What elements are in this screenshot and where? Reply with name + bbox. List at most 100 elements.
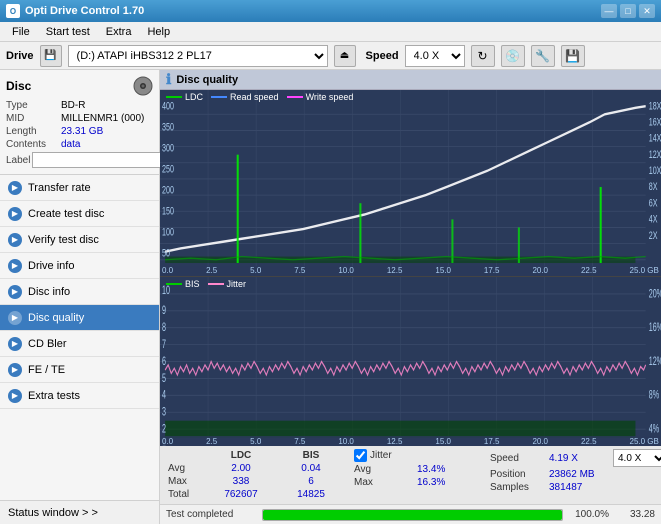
drive-info-icon: ▶: [8, 259, 22, 273]
chart1-container: LDC Read speed Write speed: [160, 90, 661, 277]
speed-label: Speed: [366, 50, 399, 62]
svg-text:9: 9: [162, 304, 166, 317]
disc-title: Disc: [6, 79, 31, 93]
jitter-avg-value: 13.4%: [417, 464, 482, 475]
drive-info-label: Drive info: [28, 260, 74, 272]
sidebar-item-cd-bler[interactable]: ▶ CD Bler: [0, 331, 159, 357]
menu-start-test[interactable]: Start test: [38, 24, 98, 40]
disc-info-icon: ▶: [8, 285, 22, 299]
maximize-button[interactable]: □: [620, 4, 636, 18]
sidebar-item-create-test-disc[interactable]: ▶ Create test disc: [0, 201, 159, 227]
svg-text:12%: 12%: [649, 355, 661, 368]
main-layout: Disc Type BD-R MID MILLENMR1 (000) Lengt…: [0, 70, 661, 524]
label-key: Label: [6, 155, 30, 166]
stats-max-label: Max: [166, 475, 206, 488]
sidebar-item-disc-quality[interactable]: ▶ Disc quality: [0, 305, 159, 331]
titlebar: O Opti Drive Control 1.70 — □ ✕: [0, 0, 661, 22]
menu-file[interactable]: File: [4, 24, 38, 40]
samples-label: Samples: [490, 482, 545, 493]
svg-text:100: 100: [162, 226, 174, 239]
refresh-button[interactable]: ↻: [471, 45, 495, 67]
verify-test-disc-icon: ▶: [8, 233, 22, 247]
legend-ldc: LDC: [166, 92, 203, 102]
menu-help[interactable]: Help: [139, 24, 178, 40]
status-window-label: Status window > >: [8, 507, 98, 519]
app-icon: O: [6, 4, 20, 18]
chart2-legend: BIS Jitter: [166, 279, 246, 289]
drivebar: Drive 💾 (D:) ATAPI iHBS312 2 PL17 ⏏ Spee…: [0, 42, 661, 70]
speed-select2[interactable]: 4.0 X 2.0 X: [613, 449, 661, 467]
svg-text:250: 250: [162, 163, 174, 176]
stats-avg-label: Avg: [166, 462, 206, 475]
chart1-svg: 18X 16X 14X 12X 10X 8X 6X 4X 2X 400 350 …: [160, 90, 661, 276]
svg-text:150: 150: [162, 205, 174, 218]
close-button[interactable]: ✕: [639, 4, 655, 18]
disc-quality-header-icon: ℹ: [166, 71, 171, 88]
titlebar-controls[interactable]: — □ ✕: [601, 4, 655, 18]
chart1-xaxis: 0.02.55.07.510.012.515.017.520.022.525.0…: [160, 266, 661, 276]
drive-icon: 💾: [40, 45, 62, 67]
stats-col-empty: [166, 449, 206, 462]
menu-extra[interactable]: Extra: [98, 24, 140, 40]
disc-icon-btn[interactable]: 💿: [501, 45, 525, 67]
svg-text:2X: 2X: [649, 229, 658, 242]
sidebar-item-drive-info[interactable]: ▶ Drive info: [0, 253, 159, 279]
svg-text:18X: 18X: [649, 100, 661, 113]
svg-text:20%: 20%: [649, 288, 661, 301]
position-value: 23862 MB: [549, 469, 609, 480]
svg-text:3: 3: [162, 406, 166, 419]
progress-bar-inner: [263, 510, 562, 520]
sidebar-item-disc-info[interactable]: ▶ Disc info: [0, 279, 159, 305]
position-label: Position: [490, 469, 545, 480]
jitter-checkbox[interactable]: [354, 449, 367, 462]
stats-col-bis: BIS: [276, 449, 346, 462]
sidebar-item-verify-test-disc[interactable]: ▶ Verify test disc: [0, 227, 159, 253]
type-value: BD-R: [61, 100, 153, 111]
ldc-label: LDC: [185, 92, 203, 102]
chart1-legend: LDC Read speed Write speed: [166, 92, 353, 102]
svg-text:10X: 10X: [649, 165, 661, 178]
progress-right-value: 33.28: [615, 509, 655, 520]
length-value: 23.31 GB: [61, 126, 153, 137]
disc-quality-header: ℹ Disc quality: [160, 70, 661, 90]
transfer-rate-label: Transfer rate: [28, 182, 91, 194]
jitter-avg-label: Avg: [354, 464, 409, 475]
stats-area: LDC BIS Avg 2.00 0.04 Max 338 6 Total 76…: [160, 446, 661, 504]
menubar: File Start test Extra Help: [0, 22, 661, 42]
sidebar-item-transfer-rate[interactable]: ▶ Transfer rate: [0, 175, 159, 201]
fe-te-label: FE / TE: [28, 364, 65, 376]
label-input[interactable]: [32, 152, 170, 168]
cd-bler-icon: ▶: [8, 337, 22, 351]
svg-text:8%: 8%: [649, 389, 660, 402]
speed-header-label: Speed: [490, 453, 545, 464]
svg-text:4%: 4%: [649, 423, 660, 436]
write-speed-color: [287, 96, 303, 98]
speed-value: 4.19 X: [549, 453, 609, 464]
sidebar-item-fe-te[interactable]: ▶ FE / TE: [0, 357, 159, 383]
svg-text:300: 300: [162, 142, 174, 155]
sidebar-item-extra-tests[interactable]: ▶ Extra tests: [0, 383, 159, 409]
mid-value: MILLENMR1 (000): [61, 113, 153, 124]
extra-tests-label: Extra tests: [28, 390, 80, 402]
progress-bar-outer: [262, 509, 563, 521]
charts-area: LDC Read speed Write speed: [160, 90, 661, 446]
stats-total-label: Total: [166, 488, 206, 501]
jitter-max-label: Max: [354, 477, 409, 488]
progress-area: Test completed 100.0% 33.28: [160, 504, 661, 524]
minimize-button[interactable]: —: [601, 4, 617, 18]
disc-panel: Disc Type BD-R MID MILLENMR1 (000) Lengt…: [0, 70, 159, 175]
drive-select[interactable]: (D:) ATAPI iHBS312 2 PL17: [68, 45, 328, 67]
disc-quality-label: Disc quality: [28, 312, 84, 324]
stats-max-bis: 6: [276, 475, 346, 488]
legend-write-speed: Write speed: [287, 92, 354, 102]
stats-table: LDC BIS Avg 2.00 0.04 Max 338 6 Total 76…: [166, 449, 346, 501]
progress-percent: 100.0%: [569, 509, 609, 520]
status-window-button[interactable]: Status window > >: [0, 500, 159, 524]
create-test-disc-label: Create test disc: [28, 208, 104, 220]
settings-button[interactable]: 🔧: [531, 45, 555, 67]
speed-select[interactable]: 4.0 X 2.0 X 8.0 X: [405, 45, 465, 67]
save-button[interactable]: 💾: [561, 45, 585, 67]
jitter-max-value: 16.3%: [417, 477, 482, 488]
eject-button[interactable]: ⏏: [334, 45, 356, 67]
content-area: ℹ Disc quality LDC Read speed: [160, 70, 661, 524]
